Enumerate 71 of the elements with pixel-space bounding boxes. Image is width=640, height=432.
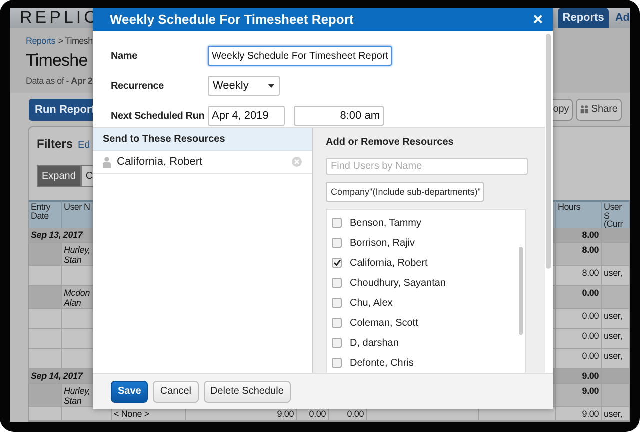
search-field[interactable]: Find Users by Name [326, 158, 528, 175]
table-cell: 0.00 [556, 349, 602, 369]
table-cell: 9.00 [556, 407, 602, 421]
date-field[interactable]: Apr 4, 2019 [208, 106, 285, 126]
table-cell: 8.00 [556, 266, 602, 286]
column-header: Hours [556, 200, 602, 228]
checkbox[interactable] [332, 278, 342, 288]
department-dropdown[interactable]: Company"(Include sub-departments)" [326, 182, 484, 202]
breadcrumb-link[interactable]: Reports [26, 36, 56, 46]
table-cell: 9.00 [556, 369, 602, 384]
checkbox[interactable] [332, 258, 342, 268]
logo: REPLIC [20, 8, 100, 28]
table-cell [602, 243, 630, 266]
time-field[interactable]: 8:00 am [294, 106, 384, 126]
share-button[interactable]: Share [576, 98, 622, 120]
dialog-title: Weekly Schedule For Timesheet Report [110, 12, 354, 27]
column-header: Entry Date [29, 200, 62, 228]
table-cell: user, [602, 266, 630, 286]
cancel-button[interactable]: Cancel [153, 380, 198, 402]
pane-header: Send to These Resources [93, 128, 312, 151]
user-name: Chu, Alex [350, 298, 393, 308]
table-cell [602, 228, 630, 243]
edit-link[interactable]: Ed [78, 140, 90, 151]
recurrence-dropdown[interactable]: Weekly [208, 76, 280, 96]
user-name: Defonte, Chris [350, 358, 414, 368]
checkbox[interactable] [332, 338, 342, 348]
nav-tab[interactable]: Reports [558, 8, 610, 28]
user-name: D, darshan [350, 338, 399, 348]
scrollbar-thumb[interactable] [546, 34, 551, 269]
table-cell: user, [602, 309, 630, 329]
page-title: Timeshe [26, 50, 88, 72]
delete-schedule-button[interactable]: Delete Schedule [204, 380, 291, 402]
column-header: User S (Curr [602, 200, 630, 228]
table-cell: user, [602, 349, 630, 369]
remove-icon[interactable] [292, 157, 302, 167]
checkbox[interactable] [332, 318, 342, 328]
people-icon [580, 105, 590, 114]
table-cell: user, [602, 407, 630, 421]
scrollbar-thumb[interactable] [519, 247, 523, 335]
save-button[interactable]: Save [111, 380, 148, 402]
checkbox[interactable] [332, 238, 342, 248]
close-button[interactable]: × [533, 10, 543, 30]
table-cell: 8.00 [556, 243, 602, 266]
field-label: Next Scheduled Run [111, 110, 206, 122]
user-name: Choudhury, Sayantan [350, 278, 446, 288]
checkbox[interactable] [332, 218, 342, 228]
pane-header: Add or Remove Resources [326, 137, 455, 150]
recipient-name: California, Robert [117, 156, 204, 168]
person-icon [103, 156, 111, 168]
table-cell: 0.00 [556, 309, 602, 329]
caret-icon [268, 84, 275, 88]
table-cell: 0.00 [556, 286, 602, 309]
table-cell [602, 286, 630, 309]
filters-title: Filters [37, 137, 74, 151]
table-cell: 8.00 [556, 228, 602, 243]
table-cell: user, [602, 329, 630, 349]
nav-tab[interactable]: Ad [611, 8, 630, 28]
table-cell: 9.00 [556, 384, 602, 407]
checkbox[interactable] [332, 298, 342, 308]
checkbox[interactable] [332, 358, 342, 368]
user-name: California, Robert [350, 258, 428, 268]
user-name: Coleman, Scott [350, 318, 418, 328]
user-name: Benson, Tammy [350, 218, 422, 228]
table-cell [602, 384, 630, 407]
view-button[interactable]: Expand [37, 165, 81, 187]
field-label: Name [111, 50, 138, 62]
data-date: Data as of - Apr 2 [26, 76, 93, 86]
breadcrumb-text: > Timesh [58, 36, 93, 46]
table-cell: 0.00 [556, 329, 602, 349]
field-label: Recurrence [111, 80, 166, 92]
table-cell [602, 369, 630, 384]
